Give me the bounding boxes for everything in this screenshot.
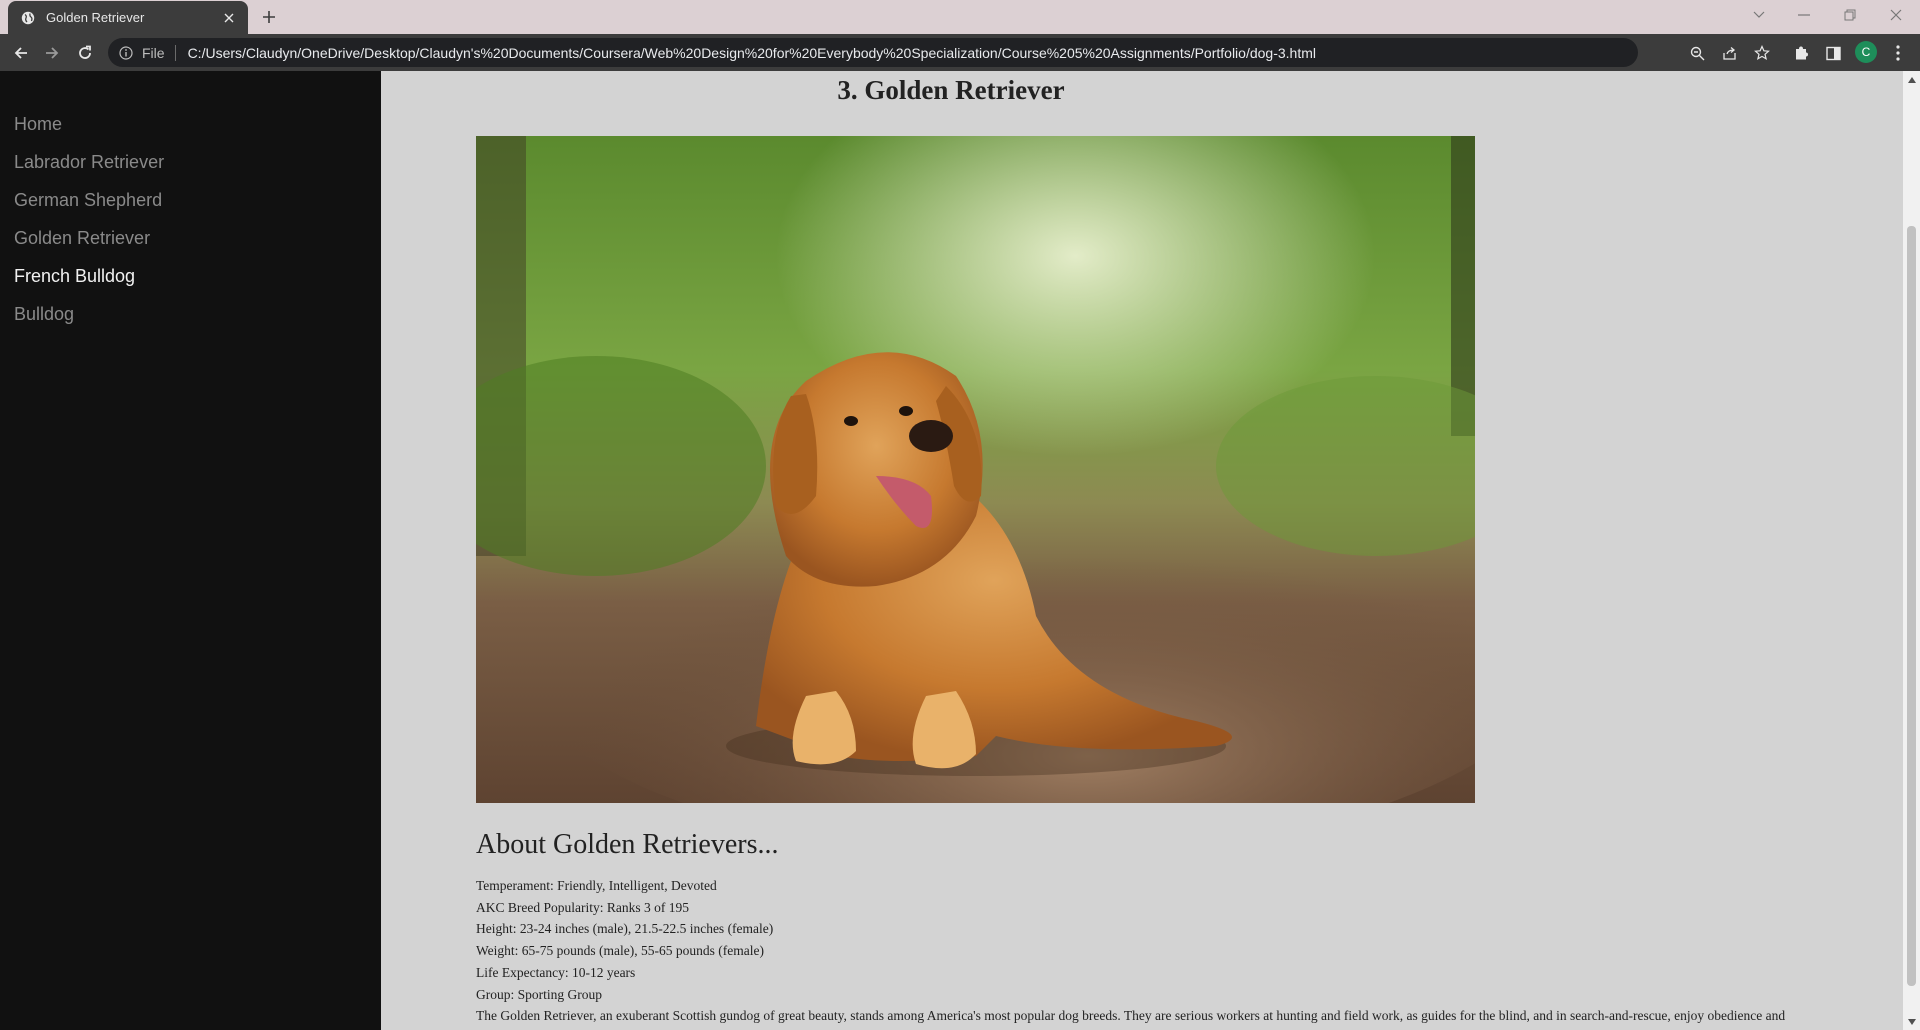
- plus-icon[interactable]: [256, 6, 282, 28]
- zoom-icon[interactable]: [1685, 41, 1709, 65]
- page-title: 3. Golden Retriever: [837, 75, 1065, 105]
- about-heading: About Golden Retrievers...: [476, 829, 779, 860]
- sidebar-item-home[interactable]: Home: [0, 105, 381, 143]
- breed-facts: Temperament: Friendly, Intelligent, Devo…: [476, 875, 1881, 1027]
- sidebar-nav: Home Labrador Retriever German Shepherd …: [0, 71, 381, 1030]
- extensions-icon[interactable]: [1789, 41, 1813, 65]
- menu-dots-icon[interactable]: [1886, 41, 1910, 65]
- profile-avatar[interactable]: C: [1855, 41, 1877, 63]
- fact-height: Height: 23-24 inches (male), 21.5-22.5 i…: [476, 921, 774, 937]
- tab-title: Golden Retriever: [46, 10, 145, 25]
- address-bar[interactable]: File C:/Users/Claudyn/OneDrive/Desktop/C…: [108, 38, 1638, 67]
- sidebar-item-golden-retriever[interactable]: Golden Retriever: [0, 219, 381, 257]
- scroll-thumb[interactable]: [1907, 226, 1916, 986]
- fact-weight: Weight: 65-75 pounds (male), 55-65 pound…: [476, 943, 764, 959]
- info-icon[interactable]: [118, 45, 134, 61]
- close-icon[interactable]: [220, 9, 238, 27]
- fact-life-expectancy: Life Expectancy: 10-12 years: [476, 964, 636, 980]
- scrollbar[interactable]: [1903, 71, 1920, 1030]
- restore-icon[interactable]: [1830, 0, 1870, 30]
- browser-tab[interactable]: Golden Retriever: [8, 1, 248, 34]
- browser-toolbar: File C:/Users/Claudyn/OneDrive/Desktop/C…: [0, 34, 1920, 71]
- sidebar-item-bulldog[interactable]: Bulldog: [0, 295, 381, 333]
- fact-group: Group: Sporting Group: [476, 986, 602, 1002]
- fact-popularity: AKC Breed Popularity: Ranks 3 of 195: [476, 899, 689, 915]
- sidebar-item-french-bulldog[interactable]: French Bulldog: [0, 257, 381, 295]
- chevron-down-icon[interactable]: [1739, 0, 1779, 30]
- breed-description: The Golden Retriever, an exuberant Scott…: [476, 1008, 1786, 1024]
- fact-temperament: Temperament: Friendly, Intelligent, Devo…: [476, 878, 717, 893]
- scroll-down-icon[interactable]: [1906, 1016, 1917, 1027]
- globe-icon: [20, 10, 36, 26]
- main-content: 3. Golden Retriever About Golden Retriev…: [381, 71, 1903, 1030]
- url-text[interactable]: C:/Users/Claudyn/OneDrive/Desktop/Claudy…: [188, 45, 1316, 61]
- reload-icon[interactable]: [73, 41, 97, 65]
- golden-retriever-photo: [476, 136, 1475, 803]
- side-panel-icon[interactable]: [1821, 41, 1845, 65]
- scroll-up-icon[interactable]: [1906, 74, 1917, 85]
- sidebar-item-labrador-retriever[interactable]: Labrador Retriever: [0, 143, 381, 181]
- forward-arrow-icon[interactable]: [40, 41, 64, 65]
- close-window-icon[interactable]: [1876, 0, 1916, 30]
- minimize-icon[interactable]: [1784, 0, 1824, 30]
- divider: [174, 44, 176, 61]
- sidebar-item-german-shepherd[interactable]: German Shepherd: [0, 181, 381, 219]
- back-arrow-icon[interactable]: [9, 41, 33, 65]
- url-scheme-label: File: [142, 44, 165, 61]
- share-icon[interactable]: [1717, 41, 1741, 65]
- tab-strip: Golden Retriever: [0, 0, 1920, 34]
- star-icon[interactable]: [1750, 41, 1774, 65]
